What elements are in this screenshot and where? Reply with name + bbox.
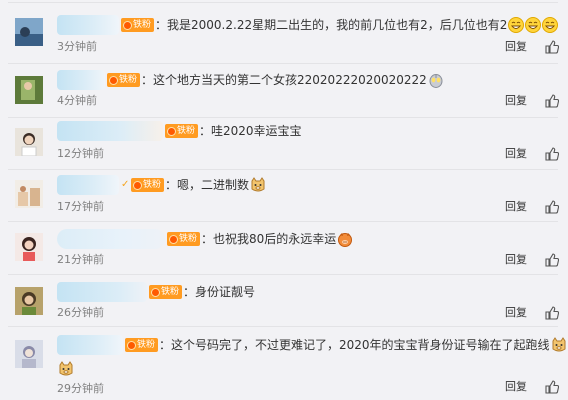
- avatar[interactable]: [15, 287, 43, 315]
- comment-time: 26分钟前: [57, 306, 104, 319]
- grin-emoji: [508, 17, 525, 33]
- comment-text: ：哇2020幸运宝宝: [199, 124, 302, 138]
- comment-text: ：嗯，二进制数: [165, 178, 250, 192]
- comment-text: ：这个号码完了，不过更难记了，2020年的宝宝背身份证号输在了起跑线: [159, 338, 550, 352]
- comment-line: 铁粉 ：哇2020幸运宝宝: [57, 121, 302, 141]
- divider: [8, 117, 558, 118]
- badge-icon: [133, 180, 142, 190]
- comment-line: ✓ 铁粉 ：嗯，二进制数: [57, 175, 266, 195]
- reply-button[interactable]: 回复: [505, 380, 527, 394]
- reply-button[interactable]: 回复: [505, 147, 527, 161]
- avatar[interactable]: [15, 128, 43, 156]
- username[interactable]: [57, 335, 123, 355]
- grin-emoji: [525, 17, 542, 33]
- comment-text: ：这个地方当天的第二个女孩22020222020020222: [141, 73, 427, 87]
- fan-badge: 铁粉: [125, 338, 159, 352]
- avatar[interactable]: [15, 340, 43, 368]
- comment-text: ：也祝我80后的永远幸运: [201, 232, 337, 246]
- username[interactable]: [57, 15, 119, 35]
- avatar[interactable]: [15, 180, 43, 208]
- comment-text: ：身份证靓号: [183, 285, 256, 299]
- thumbs-up-icon[interactable]: [545, 94, 559, 108]
- fan-badge: 铁粉: [131, 178, 165, 192]
- comment-time: 4分钟前: [57, 94, 97, 107]
- fan-badge: 铁粉: [165, 124, 199, 138]
- badge-icon: [123, 20, 132, 30]
- doge-emoji: [58, 360, 74, 377]
- divider: [8, 169, 558, 170]
- reply-button[interactable]: 回复: [505, 94, 527, 108]
- avatar[interactable]: [15, 76, 43, 104]
- username[interactable]: [57, 282, 147, 302]
- divider: [8, 274, 558, 275]
- badge-icon: [151, 287, 160, 297]
- comment-time: 3分钟前: [57, 40, 97, 53]
- badge-icon: [127, 340, 136, 350]
- reply-button[interactable]: 回复: [505, 40, 527, 54]
- thumbs-up-icon[interactable]: [545, 147, 559, 161]
- fan-badge: 铁粉: [149, 285, 183, 299]
- comment-time: 12分钟前: [57, 147, 104, 160]
- badge-icon: [167, 126, 176, 136]
- thumbs-up-icon[interactable]: [545, 253, 559, 267]
- divider: [8, 221, 558, 222]
- divider: [8, 63, 558, 64]
- reply-button[interactable]: 回复: [505, 200, 527, 214]
- divider: [8, 326, 558, 327]
- thumbs-up-icon[interactable]: [545, 40, 559, 54]
- grin-emoji: [542, 17, 559, 33]
- pig-emoji: [337, 231, 353, 247]
- comment-line: 铁粉 ：也祝我80后的永远幸运: [57, 229, 353, 249]
- comment-text: ：我是2000.2.22星期二出生的，我的前几位也有2，后几位也有2: [155, 18, 508, 32]
- avatar[interactable]: [15, 233, 43, 261]
- vip-crown-icon: ✓: [121, 179, 130, 190]
- username[interactable]: [57, 70, 105, 90]
- divider: [8, 2, 558, 3]
- fan-badge: 铁粉: [121, 18, 155, 32]
- avatar[interactable]: [15, 18, 43, 46]
- thumbs-up-icon[interactable]: [545, 380, 559, 394]
- emoji-continuation: [57, 358, 74, 376]
- reply-button[interactable]: 回复: [505, 306, 527, 320]
- comment-line: 铁粉 ：身份证靓号: [57, 282, 255, 302]
- doge-emoji: [250, 177, 266, 193]
- fan-badge: 铁粉: [167, 232, 201, 246]
- doge-emoji: [551, 337, 567, 353]
- comment-line: 铁粉 ：我是2000.2.22星期二出生的，我的前几位也有2，后几位也有2: [57, 15, 559, 35]
- comment-line: 铁粉 ：这个地方当天的第二个女孩22020222020020222: [57, 70, 444, 90]
- fan-badge: 铁粉: [107, 73, 141, 87]
- thumbs-up-icon[interactable]: [545, 306, 559, 320]
- comment-list: 铁粉 ：我是2000.2.22星期二出生的，我的前几位也有2，后几位也有2 3分…: [0, 0, 568, 400]
- username[interactable]: [57, 121, 163, 141]
- thumbs-up-icon[interactable]: [545, 200, 559, 214]
- username[interactable]: [57, 229, 165, 249]
- comment-line: 铁粉 ：这个号码完了，不过更难记了，2020年的宝宝背身份证号输在了起跑线: [57, 335, 567, 355]
- username[interactable]: [57, 175, 119, 195]
- comment-time: 17分钟前: [57, 200, 104, 213]
- ultraman-emoji: [428, 72, 444, 88]
- badge-icon: [169, 234, 178, 244]
- comment-time: 29分钟前: [57, 382, 104, 395]
- comment-time: 21分钟前: [57, 253, 104, 266]
- badge-icon: [109, 75, 118, 85]
- reply-button[interactable]: 回复: [505, 253, 527, 267]
